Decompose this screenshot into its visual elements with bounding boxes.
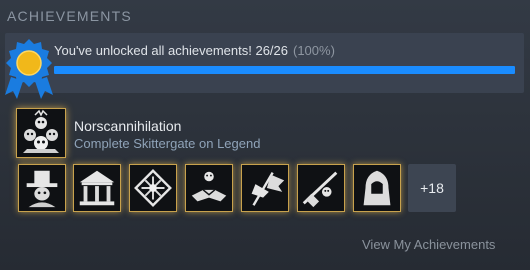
featured-achievement-description: Complete Skittergate on Legend	[74, 136, 261, 151]
featured-achievement-icon[interactable]	[16, 108, 66, 158]
unlock-percent: (100%)	[293, 43, 335, 58]
witch-hunter-icon[interactable]	[18, 164, 66, 212]
achievements-panel: ACHIEVEMENTS You've unlocked all achieve…	[0, 0, 530, 270]
progress-fill	[54, 66, 515, 74]
snowflake-crest-icon[interactable]	[129, 164, 177, 212]
more-achievements-button[interactable]: +18	[408, 164, 456, 212]
unlock-status-text: You've unlocked all achievements! 26/26 (…	[54, 43, 335, 58]
view-my-achievements-link[interactable]: View My Achievements	[362, 237, 495, 252]
completion-banner	[5, 33, 524, 93]
torn-banner-icon[interactable]	[241, 164, 289, 212]
section-title: ACHIEVEMENTS	[7, 8, 132, 24]
handshake-icon[interactable]	[185, 164, 233, 212]
musket-icon[interactable]	[297, 164, 345, 212]
progress-bar	[54, 66, 515, 74]
hooded-figure-icon[interactable]	[353, 164, 401, 212]
unlock-count: You've unlocked all achievements! 26/26	[54, 43, 288, 58]
shrine-icon[interactable]	[73, 164, 121, 212]
award-ribbon-icon	[5, 39, 53, 99]
featured-achievement-name: Norscannihilation	[74, 118, 182, 134]
